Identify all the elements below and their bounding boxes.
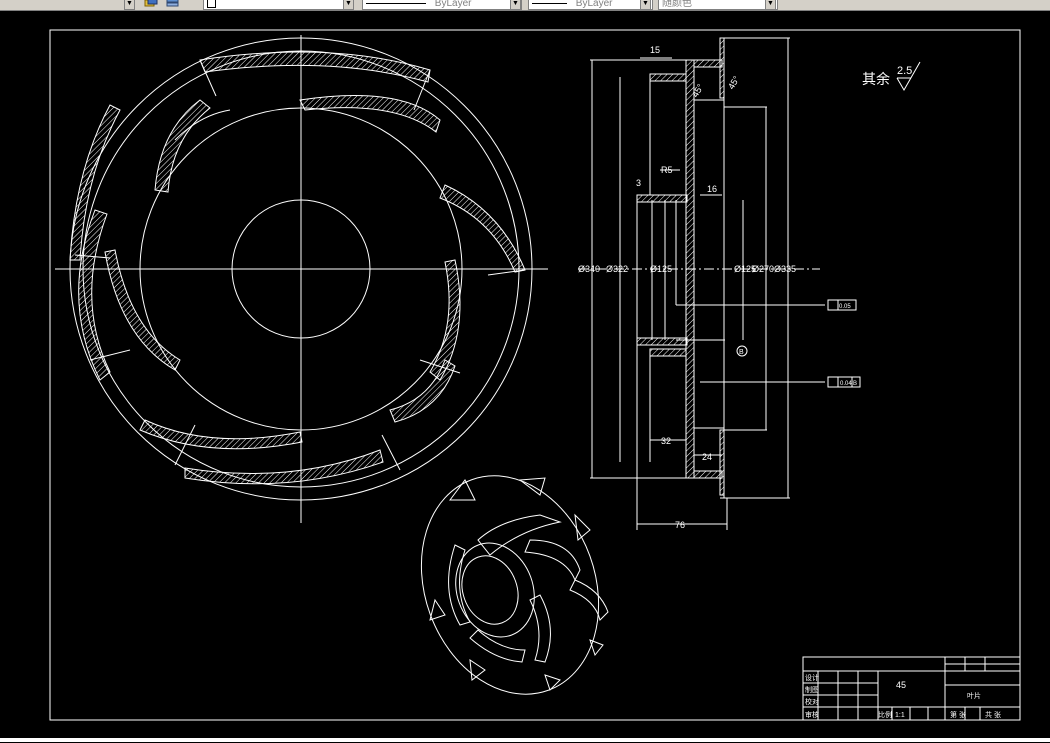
blade-tip-5 — [381, 434, 401, 471]
dim-45b: 45° — [726, 74, 742, 91]
surface-roughness-note: 其余 2.5 — [862, 61, 921, 91]
drawing-canvas[interactable]: Ø340 Ø322 Ø125 Ø125 Ø270 Ø335 15 16 32 2… — [0, 11, 1050, 738]
properties-toolbar: ▼ ▼ ByLayer ▼ ByLayer ▼ 随颜色 ▼ — [0, 0, 1050, 11]
roughness-note-label: 其余 — [862, 71, 890, 87]
dropdown-arrow-icon[interactable]: ▼ — [124, 0, 135, 10]
linetype-swatch — [366, 2, 426, 4]
iso-blade-6 — [569, 579, 609, 621]
cad-drawing: Ø340 Ø322 Ø125 Ø125 Ø270 Ø335 15 16 32 2… — [49, 29, 1021, 721]
blade-2 — [299, 95, 441, 133]
iso-outer-ellipse — [420, 475, 600, 695]
iso-blade-4 — [448, 544, 471, 626]
section-hatch-2 — [649, 348, 687, 357]
scale-label: 比例 — [878, 710, 892, 719]
iso-blade-3 — [529, 594, 551, 663]
tolerance-a-value: 0.05 — [839, 304, 851, 310]
iso-hub-ellipse — [461, 555, 519, 625]
iso-blade-tip-6 — [544, 674, 561, 691]
scale-value: 1:1 — [895, 712, 905, 719]
linetype-dropdown[interactable]: ByLayer — [362, 0, 522, 10]
lineweight-dropdown[interactable]: ByLayer — [528, 0, 653, 10]
layer-previous-icon[interactable] — [166, 0, 180, 9]
blade-10 — [389, 359, 456, 423]
plotstyle-dropdown-arrow-icon[interactable]: ▼ — [765, 0, 776, 10]
rim-bottom — [719, 429, 725, 496]
blade-3 — [154, 99, 211, 193]
bottom-flange — [693, 470, 723, 479]
section-hatch-3 — [636, 194, 688, 203]
dim-d335: Ø335 — [774, 264, 796, 274]
top-flange — [693, 59, 723, 68]
lineweight-label: ByLayer — [575, 0, 613, 9]
iso-blade-tip-4 — [429, 598, 446, 621]
lineweight-dropdown-arrow-icon[interactable]: ▼ — [640, 0, 651, 10]
layer-dropdown[interactable] — [203, 0, 353, 10]
rim-top — [719, 37, 725, 99]
dim-d270: Ø270 — [752, 264, 774, 274]
iso-blade-tip-5 — [469, 658, 486, 681]
linetype-dropdown-arrow-icon[interactable]: ▼ — [510, 0, 521, 10]
dim-d340: Ø340 — [578, 264, 600, 274]
row-label-4: 审核 — [805, 710, 819, 719]
plotstyle-dropdown[interactable]: 随颜色 — [658, 0, 778, 10]
row-label-2: 制图 — [805, 685, 819, 694]
roughness-value: 2.5 — [897, 65, 912, 77]
status-strip — [0, 738, 1050, 742]
row-label-3: 校对 — [805, 697, 819, 706]
dim-32: 32 — [661, 436, 671, 446]
dim-d125a: Ø125 — [650, 264, 672, 274]
drawing-frame — [49, 29, 1021, 721]
dim-76: 76 — [675, 520, 685, 530]
page-label: 第 张 — [950, 710, 966, 719]
linetype-label: ByLayer — [434, 0, 472, 9]
section-hatch-4 — [636, 337, 688, 346]
blade-4 — [439, 184, 526, 273]
section-hatch-1 — [649, 73, 687, 82]
dim-r5: R5 — [661, 165, 673, 175]
lineweight-swatch — [532, 2, 567, 4]
blade-9 — [184, 449, 384, 485]
dim-24: 24 — [702, 452, 712, 462]
layer-manager-icon[interactable] — [144, 0, 158, 9]
row-label-1: 设计 — [805, 673, 819, 682]
plotstyle-label: 随颜色 — [662, 0, 692, 9]
iso-blade-5 — [469, 629, 526, 663]
blade-8 — [139, 419, 303, 450]
blade-1 — [199, 51, 431, 83]
impeller-section-view — [578, 37, 861, 530]
dim-3: 3 — [636, 178, 641, 188]
sheet-label: 共 张 — [985, 710, 1001, 719]
blade-6 — [78, 209, 111, 381]
dim-15: 15 — [650, 45, 660, 55]
tolerance-b-datum: B — [853, 381, 857, 387]
title-block-text: 45 叶片 设计 制图 校对 审核 比例 1:1 第 张 共 张 — [805, 673, 1001, 719]
iso-blade-1 — [477, 514, 562, 556]
impeller-front-view — [55, 35, 548, 523]
dim-d322: Ø322 — [606, 264, 628, 274]
blade-7 — [104, 249, 181, 371]
material-label: 45 — [896, 680, 906, 690]
part-name-label: 叶片 — [967, 691, 981, 700]
layer-state-icon — [207, 0, 216, 8]
title-block — [802, 656, 1021, 721]
iso-blade-tip-3 — [574, 513, 591, 541]
layer-dropdown-arrow-icon[interactable]: ▼ — [343, 0, 354, 10]
dim-16: 16 — [707, 184, 717, 194]
iso-blade-2 — [524, 539, 581, 582]
datum-label: B — [739, 349, 744, 356]
iso-hub-outer — [455, 542, 535, 638]
tolerance-b-value: 0.04 — [840, 381, 852, 387]
impeller-isometric-view — [420, 475, 609, 695]
